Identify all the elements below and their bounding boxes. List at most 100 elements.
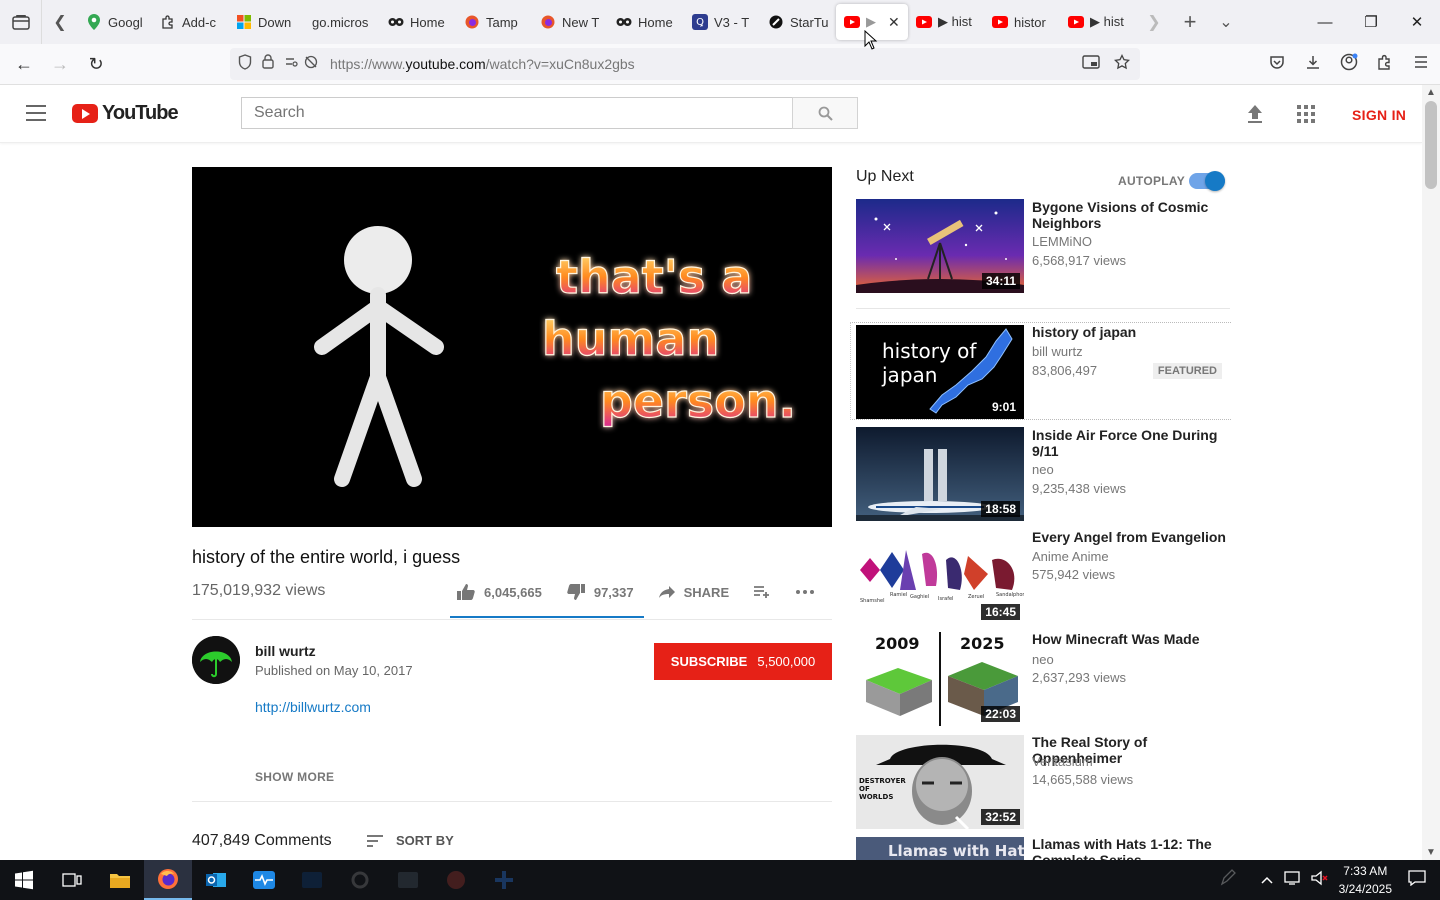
taskbar-app-3[interactable]	[384, 860, 432, 900]
taskbar-clock[interactable]: 7:33 AM 3/24/2025	[1339, 862, 1392, 898]
video-title[interactable]: history of japan	[1032, 324, 1230, 340]
sign-in-button[interactable]: SIGN IN	[1352, 107, 1406, 123]
autoplay-toggle[interactable]	[1189, 171, 1225, 191]
up-next-video-card[interactable]: 18:58 Inside Air Force One During 9/11 n…	[856, 427, 1230, 521]
tab-v3[interactable]: Ꝗ V3 - T	[684, 4, 760, 40]
tab-youtube-history-3[interactable]: ▶ hist	[1060, 4, 1136, 40]
bookmark-star-icon[interactable]	[1113, 53, 1131, 75]
channel-avatar[interactable]	[192, 636, 240, 684]
video-thumbnail[interactable]: Llamas with Hats	[856, 837, 1024, 860]
add-to-playlist-button[interactable]	[753, 585, 771, 599]
pocket-icon[interactable]	[1266, 54, 1288, 75]
guide-menu-icon[interactable]	[26, 105, 46, 121]
share-button[interactable]: SHARE	[658, 585, 729, 600]
downloads-icon[interactable]	[1302, 54, 1324, 75]
scroll-down-icon[interactable]: ▼	[1426, 847, 1436, 858]
taskbar-app-2[interactable]	[336, 860, 384, 900]
apps-grid-icon[interactable]	[1297, 105, 1315, 123]
tab-home-2[interactable]: Home	[608, 4, 684, 40]
notifications-icon[interactable]	[1408, 869, 1426, 891]
tab-youtube-history-2[interactable]: histor	[984, 4, 1060, 40]
up-next-video-card[interactable]: 34:11 Bygone Visions of Cosmic Neighbors…	[856, 199, 1230, 293]
maximize-button[interactable]: ❐	[1348, 0, 1394, 44]
video-thumbnail[interactable]: history of japan 9:01	[856, 325, 1024, 419]
reload-button[interactable]: ↻	[78, 46, 114, 82]
up-next-video-card-featured[interactable]: history of japan 9:01 history of japan b…	[856, 324, 1230, 419]
new-tab-button[interactable]: +	[1172, 0, 1208, 44]
sort-icon	[367, 834, 383, 847]
search-button[interactable]	[792, 97, 858, 129]
tab-youtube-history-1[interactable]: ▶ hist	[908, 4, 984, 40]
toggle-knob[interactable]	[1205, 171, 1225, 191]
upload-icon[interactable]	[1245, 103, 1265, 125]
sort-by-button[interactable]: SORT BY	[366, 833, 454, 848]
taskbar-outlook[interactable]	[192, 860, 240, 900]
up-next-video-card[interactable]: Llamas with Hats Llamas with Hats 1-12: …	[856, 837, 1230, 860]
show-more-button[interactable]: SHOW MORE	[255, 770, 334, 784]
video-views: 575,942 views	[1032, 567, 1116, 582]
tabs-scroll-left-button[interactable]: ❮	[42, 0, 78, 44]
picture-in-picture-icon[interactable]	[1082, 54, 1100, 74]
volume-muted-icon[interactable]	[1310, 870, 1329, 891]
taskbar-app-1[interactable]	[288, 860, 336, 900]
scrollbar-thumb[interactable]	[1425, 101, 1437, 189]
taskbar-file-explorer[interactable]	[96, 860, 144, 900]
tab-home-1[interactable]: Home	[380, 4, 456, 40]
video-title[interactable]: Bygone Visions of Cosmic Neighbors	[1032, 199, 1230, 231]
youtube-logo[interactable]: YouTube	[72, 102, 179, 125]
minimize-button[interactable]: —	[1302, 0, 1348, 44]
video-thumbnail[interactable]: DESTROYER OF WORLDS 32:52	[856, 735, 1024, 829]
pen-icon[interactable]	[1219, 868, 1237, 892]
tab-new-tab[interactable]: New T	[532, 4, 608, 40]
tab-tampermonkey[interactable]: Tamp	[456, 4, 532, 40]
taskbar-app-4[interactable]	[432, 860, 480, 900]
video-title[interactable]: Llamas with Hats 1-12: The Complete Seri…	[1032, 837, 1230, 860]
forward-button[interactable]: →	[42, 46, 78, 82]
video-thumbnail[interactable]: Shamshel Ramiel Gaghiel Israfel Zeruel Sandal…	[856, 530, 1024, 624]
subscribe-button[interactable]: SUBSCRIBE 5,500,000	[654, 643, 832, 680]
taskbar-app-5[interactable]	[480, 860, 528, 900]
network-icon[interactable]	[1283, 870, 1301, 891]
up-next-video-card[interactable]: 2009 2025 22:03 How Minecraft Was Made n…	[856, 631, 1230, 726]
page-scrollbar[interactable]: ▲ ▼	[1422, 85, 1440, 860]
address-bar[interactable]: https://www.youtube.com/watch?v=xuCn8ux2…	[230, 48, 1140, 80]
video-thumbnail[interactable]: 34:11	[856, 199, 1024, 293]
more-actions-button[interactable]	[795, 589, 815, 595]
task-view-button[interactable]	[48, 860, 96, 900]
close-tab-icon[interactable]: ✕	[888, 14, 900, 31]
search-field[interactable]	[241, 97, 792, 129]
chevron-up-icon[interactable]	[1261, 871, 1273, 889]
list-all-tabs-button[interactable]: ⌄	[1208, 0, 1244, 44]
video-title[interactable]: Inside Air Force One During 9/11	[1032, 427, 1230, 459]
tab-downloads[interactable]: Down	[228, 4, 304, 40]
menu-icon[interactable]	[1410, 55, 1432, 74]
account-icon[interactable]	[1338, 53, 1360, 76]
taskbar-firefox[interactable]	[144, 860, 192, 900]
close-window-button[interactable]: ✕	[1394, 0, 1440, 44]
like-button[interactable]: 6,045,665	[456, 583, 542, 601]
taskbar-health-app[interactable]	[240, 860, 288, 900]
back-button[interactable]: ←	[6, 46, 42, 82]
divider	[856, 308, 1230, 309]
description-link[interactable]: http://billwurtz.com	[255, 699, 371, 715]
up-next-video-card[interactable]: DESTROYER OF WORLDS 32:52 The Real Story o…	[856, 734, 1230, 829]
video-player[interactable]: that's a human person.	[192, 167, 832, 527]
firefox-view-button[interactable]	[0, 0, 42, 44]
channel-name[interactable]: bill wurtz	[255, 643, 316, 659]
tabs-scroll-right-button[interactable]: ❯	[1136, 0, 1172, 44]
tab-go-microsoft[interactable]: go.micros	[304, 4, 380, 40]
up-next-video-card[interactable]: Shamshel Ramiel Gaghiel Israfel Zeruel Sandal…	[856, 529, 1230, 624]
video-title: history of the entire world, i guess	[192, 547, 461, 567]
dislike-button[interactable]: 97,337	[566, 583, 634, 601]
video-thumbnail[interactable]: 2009 2025 22:03	[856, 632, 1024, 726]
start-button[interactable]	[0, 860, 48, 900]
video-thumbnail[interactable]: 18:58	[856, 427, 1024, 521]
scroll-up-icon[interactable]: ▲	[1426, 87, 1436, 98]
search-input[interactable]	[254, 104, 792, 122]
tab-google-maps[interactable]: Googl	[78, 4, 152, 40]
video-title[interactable]: Every Angel from Evangelion	[1032, 529, 1230, 545]
video-title[interactable]: How Minecraft Was Made	[1032, 631, 1230, 647]
tab-startup[interactable]: StarTu	[760, 4, 836, 40]
extensions-icon[interactable]	[1374, 54, 1396, 75]
tab-add-ons[interactable]: Add-c	[152, 4, 228, 40]
